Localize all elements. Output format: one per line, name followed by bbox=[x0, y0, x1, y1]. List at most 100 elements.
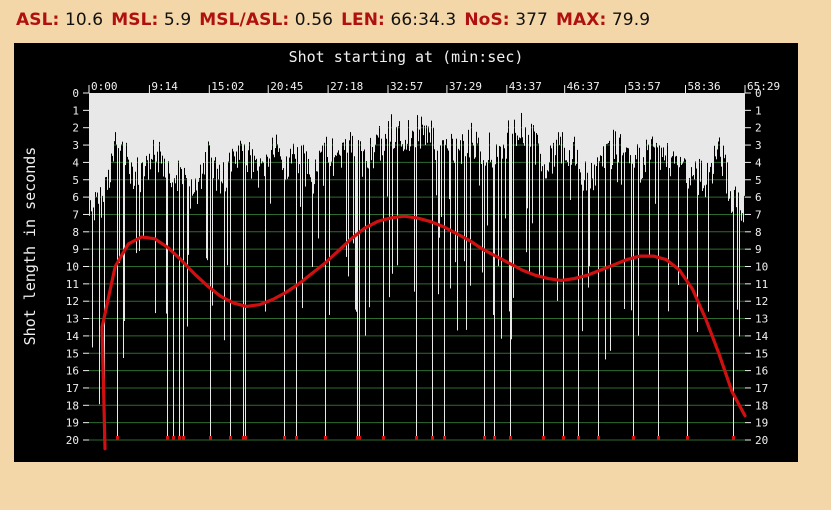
clipped-shot-marker bbox=[283, 436, 286, 440]
shot-bar bbox=[246, 93, 247, 166]
shot-bar bbox=[714, 93, 715, 146]
shot-bar bbox=[259, 93, 260, 167]
shot-bar bbox=[428, 93, 429, 127]
clipped-shot-marker bbox=[116, 436, 119, 440]
shot-bar bbox=[534, 93, 535, 132]
shot-bar bbox=[190, 93, 191, 209]
shot-bar bbox=[95, 93, 96, 193]
shot-bar bbox=[557, 93, 558, 301]
shot-bar bbox=[387, 93, 388, 197]
shot-bar bbox=[418, 93, 419, 142]
shot-bar bbox=[181, 93, 182, 170]
shot-bar bbox=[673, 93, 674, 152]
shot-bar bbox=[616, 93, 617, 155]
shot-bar bbox=[285, 93, 286, 180]
shot-bar bbox=[160, 93, 161, 152]
shot-bar bbox=[390, 93, 391, 142]
shot-bar bbox=[327, 93, 328, 157]
shot-bar bbox=[740, 93, 741, 211]
shot-bar bbox=[122, 93, 123, 142]
x-tick-label: 46:37 bbox=[567, 80, 600, 93]
shot-bar bbox=[154, 93, 155, 155]
shot-bar bbox=[690, 93, 691, 186]
shot-bar bbox=[546, 93, 547, 179]
shot-bar bbox=[118, 93, 119, 149]
clipped-shot-marker bbox=[632, 436, 635, 440]
shot-bar bbox=[550, 93, 551, 146]
y-tick-label-right: 11 bbox=[755, 278, 768, 291]
shot-bar bbox=[491, 93, 492, 160]
shot-bar bbox=[729, 93, 730, 199]
shot-bar bbox=[445, 93, 446, 145]
shot-bar bbox=[527, 93, 528, 209]
shot-bar bbox=[127, 93, 128, 157]
shot-bar bbox=[334, 93, 335, 158]
clipped-shot-marker bbox=[178, 436, 181, 440]
shot-bar bbox=[511, 93, 512, 340]
shot-bar bbox=[292, 93, 293, 155]
shot-bar bbox=[563, 93, 564, 440]
shot-bar bbox=[348, 93, 349, 277]
y-tick-label-left: 12 bbox=[66, 295, 79, 308]
y-tick-label-left: 13 bbox=[66, 313, 79, 326]
shot-bar bbox=[519, 93, 520, 138]
y-tick-label-right: 19 bbox=[755, 417, 768, 430]
shot-bar bbox=[588, 93, 589, 288]
shot-bar bbox=[362, 93, 363, 177]
shot-bar bbox=[578, 93, 579, 440]
shot-bar bbox=[361, 93, 362, 152]
shot-bar bbox=[502, 93, 503, 159]
shot-bar bbox=[628, 93, 629, 149]
shot-bar bbox=[449, 93, 450, 200]
shot-bar bbox=[506, 93, 507, 159]
shot-bar bbox=[636, 93, 637, 160]
shot-bar bbox=[639, 93, 640, 148]
shot-bar bbox=[741, 93, 742, 221]
shot-bar bbox=[509, 93, 510, 312]
shot-bar bbox=[594, 93, 595, 165]
shot-bar bbox=[672, 93, 673, 157]
shot-bar bbox=[164, 93, 165, 159]
shot-bar bbox=[706, 93, 707, 185]
shot-bar bbox=[101, 93, 102, 218]
shot-bar bbox=[541, 93, 542, 172]
shot-bar bbox=[291, 93, 292, 164]
shot-bar bbox=[613, 93, 614, 130]
shot-bar bbox=[275, 93, 276, 149]
shot-bar bbox=[346, 93, 347, 257]
shot-bar bbox=[283, 93, 284, 169]
shot-bar bbox=[119, 93, 120, 263]
stat-label: LEN: bbox=[341, 10, 385, 30]
shot-bar bbox=[487, 93, 488, 226]
shot-bar bbox=[555, 93, 556, 156]
shot-bar bbox=[572, 93, 573, 160]
shot-bar bbox=[255, 93, 256, 161]
shot-bar bbox=[579, 93, 580, 169]
shot-bar bbox=[645, 93, 646, 173]
shot-bar bbox=[679, 93, 680, 168]
shot-bar bbox=[358, 93, 359, 141]
shot-bar bbox=[648, 93, 649, 145]
shot-bar bbox=[243, 93, 244, 440]
shot-bar bbox=[431, 93, 432, 121]
shot-bar bbox=[335, 93, 336, 156]
shot-bar bbox=[631, 93, 632, 311]
shot-bar bbox=[409, 93, 410, 151]
shot-bar bbox=[400, 93, 401, 141]
clipped-shot-markers bbox=[103, 436, 735, 440]
shot-bar bbox=[470, 93, 471, 286]
shot-bar bbox=[686, 93, 687, 183]
y-tick-label-left: 14 bbox=[66, 330, 80, 343]
shot-bar bbox=[743, 93, 744, 223]
shot-bar bbox=[744, 93, 745, 196]
shot-bar bbox=[89, 93, 90, 216]
shot-bar bbox=[611, 93, 612, 170]
shot-bar bbox=[547, 93, 548, 171]
shot-bar bbox=[202, 93, 203, 174]
clipped-shot-marker bbox=[244, 436, 247, 440]
shot-bar bbox=[201, 93, 202, 189]
shot-bar bbox=[405, 93, 406, 140]
shot-bar bbox=[544, 93, 545, 165]
shot-bar bbox=[149, 93, 150, 154]
shot-bar bbox=[726, 93, 727, 194]
